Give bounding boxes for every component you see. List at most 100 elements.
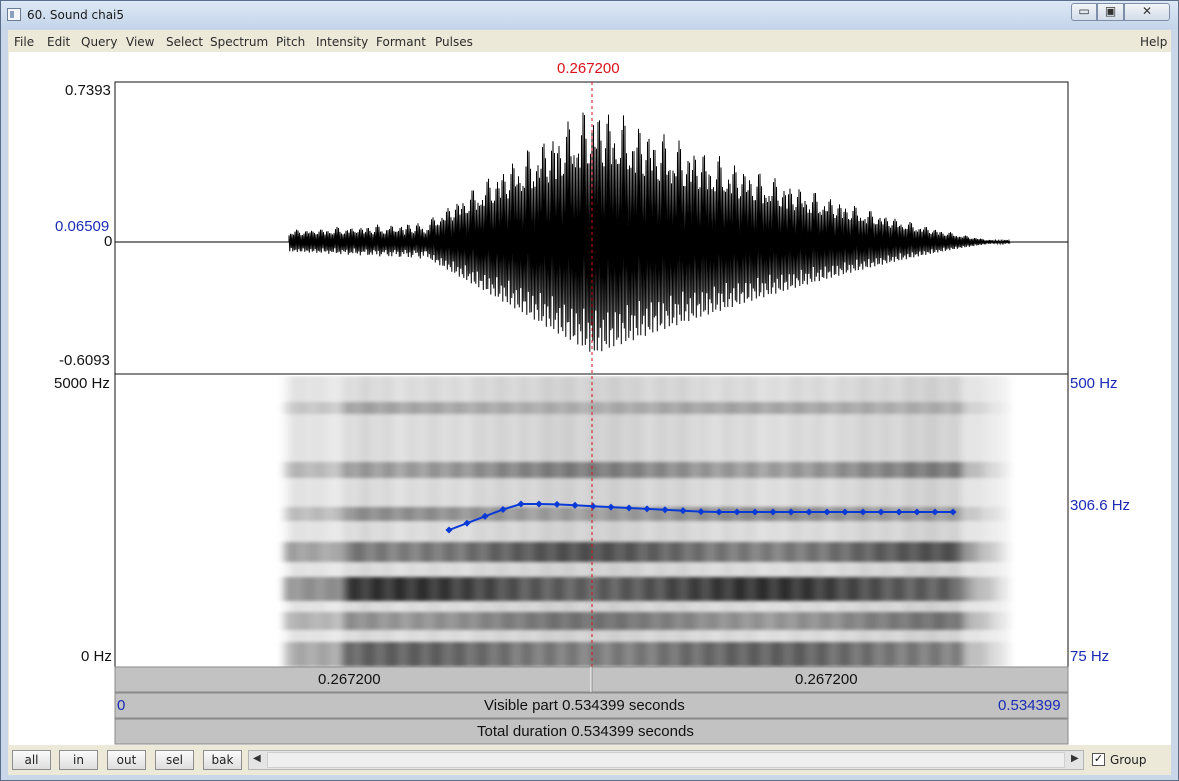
praat-sound-window: 60. Sound chai5 ▭ ▣ ✕ File Edit Query Vi… xyxy=(0,0,1179,781)
spectrogram-cell xyxy=(284,462,290,478)
zoom-all-button[interactable]: all xyxy=(12,750,51,770)
spectrogram-striation xyxy=(438,376,441,667)
waveform-cursor-value-label: 0.06509 xyxy=(55,218,110,235)
bottom-toolbar: all in out sel bak ◀ ▶ ✓ Group xyxy=(8,745,1171,775)
spectrogram-striation xyxy=(717,376,720,667)
spectrogram-striation xyxy=(519,376,522,667)
spectrogram-striation xyxy=(555,376,558,667)
group-label: Group xyxy=(1110,753,1147,767)
menu-view[interactable]: View xyxy=(126,35,154,49)
spectrogram-striation xyxy=(501,376,504,667)
spectrogram-striation xyxy=(294,376,297,667)
spectrogram-image xyxy=(284,376,1008,667)
spectrogram-cell xyxy=(284,577,290,601)
spectrogram-striation xyxy=(915,376,918,667)
visible-part-label: Visible part 0.534399 seconds xyxy=(484,697,685,714)
spectrogram-striation xyxy=(582,376,585,667)
time-scrollbar[interactable]: ◀ ▶ xyxy=(248,750,1084,770)
spectrogram-cell xyxy=(284,542,290,562)
menu-formant[interactable]: Formant xyxy=(376,35,426,49)
minimize-button[interactable]: ▭ xyxy=(1071,3,1097,21)
menu-help[interactable]: Help xyxy=(1140,35,1167,49)
scroll-left-icon[interactable]: ◀ xyxy=(253,753,261,764)
maximize-button[interactable]: ▣ xyxy=(1097,3,1124,21)
spectrogram-striation xyxy=(933,376,936,667)
spectrogram-striation xyxy=(672,376,675,667)
menu-spectrum[interactable]: Spectrum xyxy=(210,35,268,49)
spectrogram-striation xyxy=(663,376,666,667)
group-checkbox[interactable]: ✓ xyxy=(1092,753,1105,766)
spectrogram-striation xyxy=(609,376,612,667)
spectrogram-striation xyxy=(1005,376,1008,667)
spectrogram-striation xyxy=(330,376,333,667)
app-icon xyxy=(7,8,21,21)
spectrogram-striation xyxy=(753,376,756,667)
spectrogram-striation xyxy=(375,376,378,667)
title-bar[interactable]: 60. Sound chai5 ▭ ▣ ✕ xyxy=(1,1,1178,29)
menu-intensity[interactable]: Intensity xyxy=(316,35,368,49)
close-button[interactable]: ✕ xyxy=(1124,3,1170,21)
spectrogram-striation xyxy=(834,376,837,667)
spectrogram-striation xyxy=(627,376,630,667)
spectrogram-striation xyxy=(735,376,738,667)
total-duration-label: Total duration 0.534399 seconds xyxy=(477,723,694,740)
pitch-top-label: 500 Hz xyxy=(1070,375,1118,392)
zoom-back-button[interactable]: bak xyxy=(203,750,242,770)
window-title: 60. Sound chai5 xyxy=(27,8,125,22)
spectrogram-striation xyxy=(618,376,621,667)
spectrogram-striation xyxy=(654,376,657,667)
sound-editor-canvas[interactable]: 0.267200 0.7393 0.06509 0 -0.6093 5000 H… xyxy=(9,52,1171,745)
waveform-max-label: 0.7393 xyxy=(65,82,111,99)
spectrogram-striation xyxy=(699,376,702,667)
menu-bar: File Edit Query View Select Spectrum Pit… xyxy=(8,30,1171,52)
zoom-out-button[interactable]: out xyxy=(107,750,146,770)
spectrogram-striation xyxy=(339,376,342,667)
spectrogram-striation xyxy=(564,376,567,667)
spectrogram-striation xyxy=(573,376,576,667)
scroll-thumb[interactable] xyxy=(267,752,1065,768)
spectrogram-striation xyxy=(744,376,747,667)
spectrogram-striation xyxy=(807,376,810,667)
zoom-in-button[interactable]: in xyxy=(59,750,98,770)
spectrogram-striation xyxy=(780,376,783,667)
spectrogram-striation xyxy=(600,376,603,667)
spectrogram-striation xyxy=(987,376,990,667)
spectrogram-striation xyxy=(357,376,360,667)
visible-end-label: 0.534399 xyxy=(998,697,1061,714)
spectrogram-striation xyxy=(510,376,513,667)
spectrogram-striation xyxy=(816,376,819,667)
spectrogram-striation xyxy=(969,376,972,667)
visible-start-label: 0 xyxy=(117,697,126,714)
spectrogram-top-label: 5000 Hz xyxy=(54,375,110,392)
spectrogram-striation xyxy=(429,376,432,667)
spectrogram-striation xyxy=(906,376,909,667)
spectrogram-striation xyxy=(960,376,963,667)
segment-right-label: 0.267200 xyxy=(795,671,858,688)
pitch-bottom-label: 75 Hz xyxy=(1070,648,1110,665)
menu-pulses[interactable]: Pulses xyxy=(435,35,473,49)
spectrogram-striation xyxy=(726,376,729,667)
spectrogram-striation xyxy=(951,376,954,667)
spectrogram-striation xyxy=(366,376,369,667)
segment-left-label: 0.267200 xyxy=(318,671,381,688)
menu-file[interactable]: File xyxy=(14,35,34,49)
menu-select[interactable]: Select xyxy=(166,35,203,49)
scroll-right-icon[interactable]: ▶ xyxy=(1071,753,1079,764)
spectrogram-striation xyxy=(798,376,801,667)
spectrogram-striation xyxy=(420,376,423,667)
spectrogram-striation xyxy=(789,376,792,667)
spectrogram-striation xyxy=(924,376,927,667)
zoom-selection-button[interactable]: sel xyxy=(155,750,194,770)
spectrogram-striation xyxy=(978,376,981,667)
spectrogram-cell xyxy=(284,642,290,667)
spectrogram-striation xyxy=(888,376,891,667)
menu-edit[interactable]: Edit xyxy=(47,35,70,49)
spectrogram-striation xyxy=(528,376,531,667)
spectrogram-striation xyxy=(861,376,864,667)
spectrogram-striation xyxy=(852,376,855,667)
spectrogram-striation xyxy=(537,376,540,667)
spectrogram-striation xyxy=(321,376,324,667)
menu-pitch[interactable]: Pitch xyxy=(276,35,305,49)
menu-query[interactable]: Query xyxy=(81,35,117,49)
spectrogram-striation xyxy=(312,376,315,667)
